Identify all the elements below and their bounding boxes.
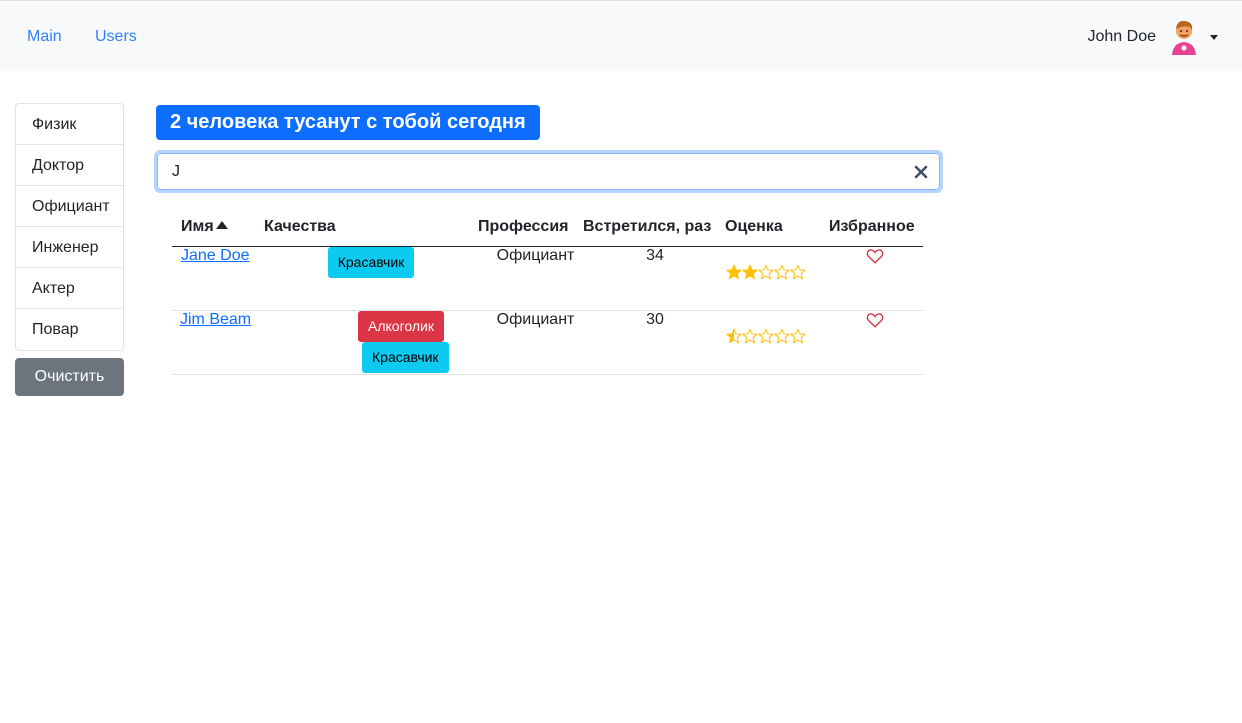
column-header-rating-label: Оценка [725,217,783,235]
rating-cell [722,310,827,375]
close-icon[interactable] [914,165,928,179]
column-header-name[interactable]: Имя [172,208,259,247]
rating-cell [722,246,827,311]
nav-link-main[interactable]: Main [27,28,62,46]
star-icon [790,263,806,280]
profession-cell: Официант [483,310,588,375]
profession-item-physicist[interactable]: Физик [16,104,123,145]
top-navbar: Main Users John Doe [0,0,1242,71]
column-header-profession[interactable]: Профессия [478,208,588,247]
nav-link-users[interactable]: Users [95,28,137,46]
bookmark-cell [827,246,923,311]
meetings-cell: 30 [588,310,722,375]
column-header-qualities[interactable]: Качества [259,208,483,247]
caret-up-icon [215,220,228,229]
star-icon [774,263,790,280]
meetings-cell: 34 [588,246,722,311]
profession-item-waiter[interactable]: Официант [16,186,123,227]
table-row: Jim Beam АлкоголикКрасавчик Официант 30 [172,310,923,375]
search-input[interactable] [157,153,940,190]
avatar [1172,20,1196,55]
user-name: John Doe [1087,28,1157,45]
column-header-bookmark[interactable]: Избранное [827,208,923,247]
bookmark-cell [827,310,923,375]
qualities-cell: АлкоголикКрасавчик [259,310,483,375]
star-icon [742,263,758,280]
quality-badge: Алкоголик [358,310,444,342]
profession-item-doctor[interactable]: Доктор [16,145,123,186]
qualities-cell: Красавчик [259,246,483,311]
column-header-profession-label: Профессия [478,217,569,235]
profession-item-cook[interactable]: Повар [16,309,123,350]
professions-list: Физик Доктор Официант Инженер Актер Пова… [15,103,124,351]
star-icon [726,327,742,344]
heart-icon[interactable] [866,311,884,329]
column-header-qualities-label: Качества [264,217,336,235]
column-header-rating[interactable]: Оценка [722,208,827,247]
users-table: Имя Качества Профессия Встретился, раз О… [172,208,923,375]
user-menu-dropdown[interactable]: John Doe [1087,17,1218,57]
star-icon [758,327,774,344]
rating-stars [726,247,806,280]
profession-item-actor[interactable]: Актер [16,268,123,309]
heart-icon[interactable] [866,247,884,265]
chevron-down-icon [1210,34,1218,40]
quality-badge: Красавчик [362,341,449,373]
star-icon [774,327,790,344]
column-header-bookmark-label: Избранное [829,217,915,235]
profession-cell: Официант [483,246,588,311]
user-name-link[interactable]: Jim Beam [180,311,251,329]
table-header-row: Имя Качества Профессия Встретился, раз О… [172,208,923,247]
profession-item-engineer[interactable]: Инженер [16,227,123,268]
quality-badge: Красавчик [327,246,415,278]
column-header-meetings-label: Встретился, раз [583,217,712,235]
clear-filter-button[interactable]: Очистить [15,358,124,396]
star-icon [742,327,758,344]
user-name-link[interactable]: Jane Doe [181,247,250,265]
party-count-badge: 2 человека тусанут с тобой сегодня [156,105,540,140]
table-row: Jane Doe Красавчик Официант 34 [172,246,923,311]
star-icon [790,327,806,344]
column-header-meetings[interactable]: Встретился, раз [583,208,722,247]
star-icon [726,263,742,280]
rating-stars [726,311,806,344]
star-icon [758,263,774,280]
column-header-name-label: Имя [181,217,214,235]
search-field-wrapper [154,150,943,193]
